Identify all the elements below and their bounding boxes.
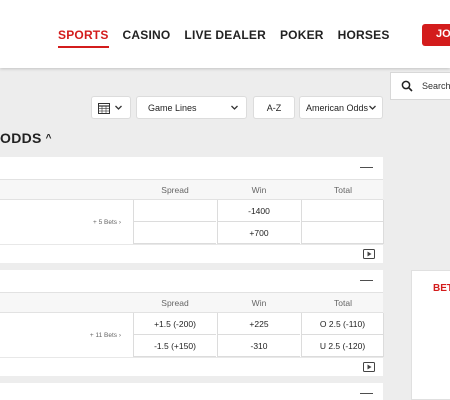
- column-win: Win: [251, 185, 267, 195]
- nav-poker[interactable]: POKER: [280, 28, 324, 48]
- search-icon: [401, 80, 413, 92]
- odds-format-label: American Odds: [306, 102, 369, 113]
- sort-button[interactable]: A-Z: [253, 96, 295, 119]
- total-odds-cell[interactable]: O 2.5 (-110): [301, 313, 384, 335]
- spread-odds-cell[interactable]: [133, 222, 216, 244]
- collapse-icon[interactable]: —: [360, 159, 373, 174]
- event-rows: + 5 Bets › -1400 +700: [0, 200, 384, 244]
- event-footer: [0, 357, 383, 376]
- nav-horses[interactable]: HORSES: [338, 28, 390, 48]
- odds-format-dropdown[interactable]: American Odds: [299, 96, 383, 119]
- column-headers: Spread Win Total: [0, 180, 383, 200]
- video-play-icon[interactable]: [363, 362, 375, 372]
- table-row: +700: [0, 222, 384, 244]
- market-dropdown[interactable]: Game Lines: [136, 96, 247, 119]
- event-card: —: [0, 383, 383, 400]
- table-row: +1.5 (-200) +225 O 2.5 (-110): [0, 313, 384, 335]
- nav-casino[interactable]: CASINO: [123, 28, 171, 48]
- chevron-down-icon: [231, 105, 238, 110]
- collapse-icon[interactable]: —: [360, 385, 373, 400]
- section-title: ODDS: [0, 130, 42, 146]
- search-placeholder: Search: [422, 81, 450, 91]
- total-odds-cell[interactable]: [301, 222, 384, 244]
- betslip-title: BET: [433, 283, 450, 294]
- column-total: Total: [334, 298, 352, 308]
- event-header: —: [0, 383, 383, 400]
- chevron-down-icon: [115, 105, 122, 110]
- join-button[interactable]: JO: [422, 24, 450, 46]
- spread-odds-cell[interactable]: [133, 200, 216, 222]
- event-card: — Spread Win Total + 11 Bets › +1.5 (-20…: [0, 270, 384, 376]
- spread-odds-cell[interactable]: +1.5 (-200): [133, 313, 216, 335]
- search-input[interactable]: Search: [390, 72, 450, 100]
- column-headers: Spread Win Total: [0, 293, 383, 313]
- event-card: — Spread Win Total + 5 Bets › -1400 +700: [0, 157, 384, 263]
- event-footer: [0, 244, 383, 263]
- chevron-down-icon: [369, 105, 376, 110]
- main-nav: SPORTS CASINO LIVE DEALER POKER HORSES: [58, 28, 390, 48]
- betslip-panel: BET: [411, 270, 450, 400]
- column-spread: Spread: [161, 185, 189, 195]
- video-play-icon[interactable]: [363, 249, 375, 259]
- spread-odds-cell[interactable]: -1.5 (+150): [133, 335, 216, 357]
- event-header: —: [0, 270, 383, 293]
- win-odds-cell[interactable]: +225: [217, 313, 300, 335]
- market-label: Game Lines: [148, 102, 197, 113]
- total-odds-cell[interactable]: U 2.5 (-120): [301, 335, 384, 357]
- collapse-icon[interactable]: —: [360, 272, 373, 287]
- nav-sports[interactable]: SPORTS: [58, 28, 109, 48]
- event-header: —: [0, 157, 383, 180]
- table-row: -1400: [0, 200, 384, 222]
- nav-live-dealer[interactable]: LIVE DEALER: [184, 28, 266, 48]
- date-filter-dropdown[interactable]: [91, 96, 131, 119]
- table-row: -1.5 (+150) -310 U 2.5 (-120): [0, 335, 384, 357]
- column-total: Total: [334, 185, 352, 195]
- chevron-up-icon: ^: [45, 133, 52, 144]
- win-odds-cell[interactable]: -1400: [217, 200, 300, 222]
- calendar-icon: [98, 103, 110, 114]
- event-rows: + 11 Bets › +1.5 (-200) +225 O 2.5 (-110…: [0, 313, 384, 357]
- top-navigation: SPORTS CASINO LIVE DEALER POKER HORSES J…: [0, 0, 450, 68]
- sort-label: A-Z: [266, 102, 282, 113]
- win-odds-cell[interactable]: -310: [217, 335, 300, 357]
- total-odds-cell[interactable]: [301, 200, 384, 222]
- column-win: Win: [251, 298, 267, 308]
- section-heading[interactable]: ODDS ^: [0, 130, 52, 146]
- win-odds-cell[interactable]: +700: [217, 222, 300, 244]
- column-spread: Spread: [161, 298, 189, 308]
